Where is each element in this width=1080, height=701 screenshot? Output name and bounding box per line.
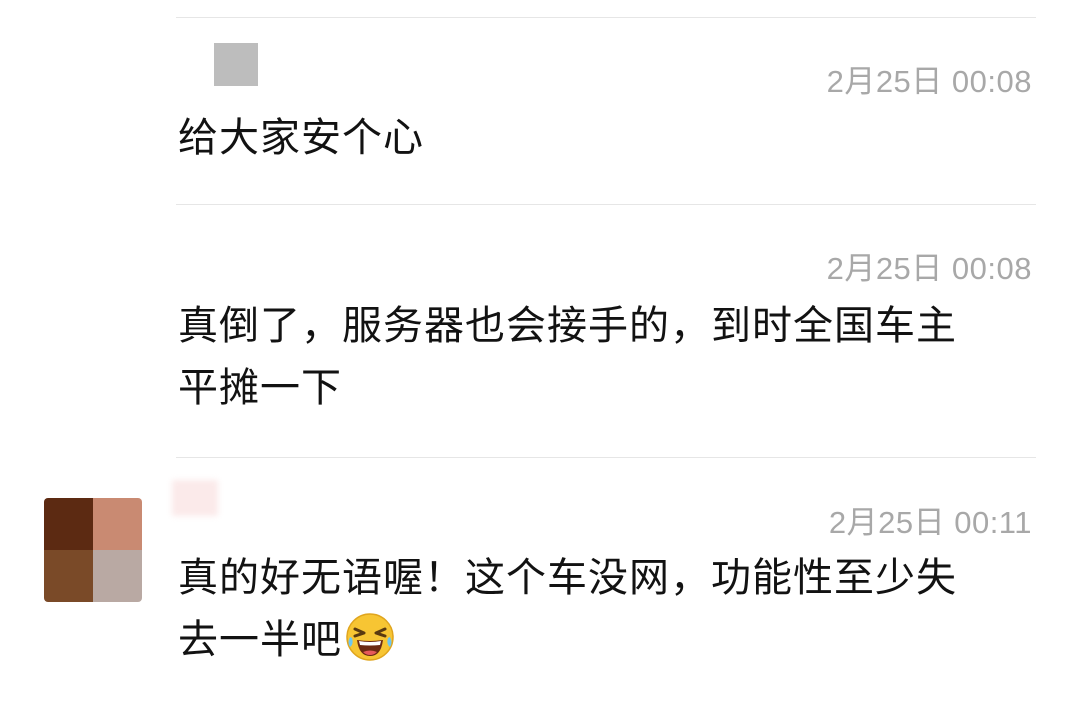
comment-text-line-2: 去一半吧 <box>178 609 1038 671</box>
comment-text-line-1: 真的好无语喔！这个车没网，功能性至少失 <box>178 555 957 601</box>
username-placeholder[interactable] <box>172 480 218 516</box>
comment-timestamp: 2月25日 00:11 <box>828 505 1032 540</box>
comment-timestamp: 2月25日 00:08 <box>826 64 1032 99</box>
divider <box>176 457 1036 458</box>
comment-text-line-2: 平摊一下 <box>178 365 342 411</box>
grinning-squinting-tears-face-icon <box>346 613 394 661</box>
comment-text-line-2-label: 去一半吧 <box>178 617 342 663</box>
comment-text: 给大家安个心 <box>178 115 424 161</box>
divider <box>176 204 1036 205</box>
avatar[interactable] <box>44 498 142 602</box>
comment-text-line-1: 真倒了，服务器也会接手的，到时全国车主 <box>178 303 957 349</box>
username-placeholder[interactable] <box>214 43 258 86</box>
divider-top <box>176 17 1036 18</box>
comment-timestamp: 2月25日 00:08 <box>826 251 1032 286</box>
